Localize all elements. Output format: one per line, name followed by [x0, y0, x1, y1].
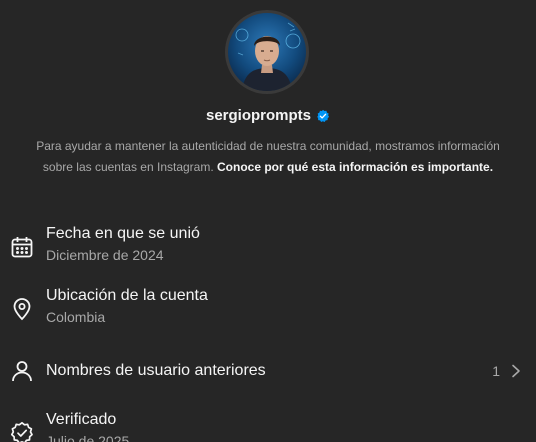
previous-usernames-row[interactable]: Nombres de usuario anteriores 1 — [0, 340, 536, 402]
avatar — [225, 10, 309, 94]
profile-photo — [228, 13, 306, 91]
date-joined-title: Fecha en que se unió — [46, 225, 200, 242]
username: sergioprompts — [205, 107, 311, 124]
details-list: Fecha en que se unió Diciembre de 2024 U… — [0, 216, 536, 442]
verified-row: Verificado Julio de 2025 — [0, 402, 536, 442]
user-icon — [10, 359, 34, 383]
learn-more-link[interactable]: Conoce por qué esta información es impor… — [217, 160, 493, 174]
verified-date: Julio de 2025 — [46, 433, 130, 442]
verified-title: Verificado — [46, 411, 117, 428]
previous-usernames-title: Nombres de usuario anteriores — [46, 362, 266, 379]
previous-usernames-count: 1 — [492, 363, 500, 379]
date-joined-value: Diciembre de 2024 — [46, 247, 164, 263]
chevron-right-icon — [512, 364, 520, 378]
account-info-panel: sergioprompts Para ayudar a mantener la … — [0, 0, 536, 442]
account-location-title: Ubicación de la cuenta — [46, 287, 208, 304]
date-joined-row: Fecha en que se unió Diciembre de 2024 — [0, 216, 536, 278]
calendar-icon — [10, 235, 34, 259]
verified-badge-outline-icon — [10, 421, 34, 442]
username-row: sergioprompts — [0, 107, 536, 124]
account-location-row: Ubicación de la cuenta Colombia — [0, 278, 536, 340]
verified-badge-icon — [317, 109, 330, 122]
location-pin-icon — [10, 297, 34, 321]
account-location-value: Colombia — [46, 309, 106, 325]
info-description: Para ayudar a mantener la autenticidad d… — [20, 136, 516, 178]
